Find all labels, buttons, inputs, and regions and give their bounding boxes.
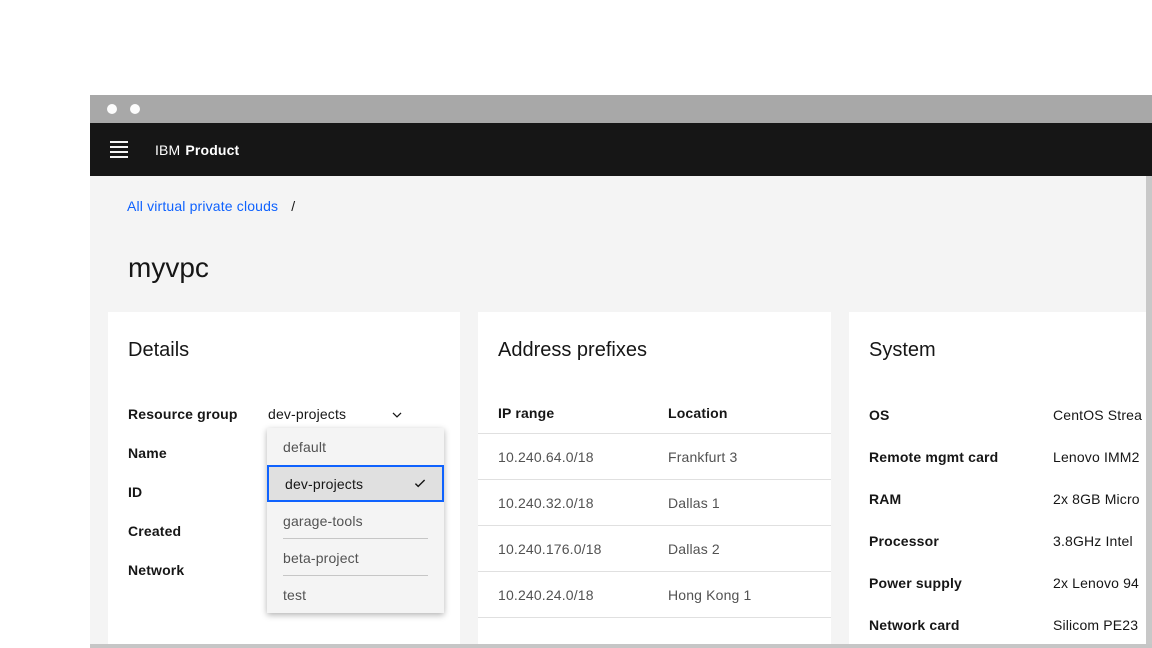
app-window: IBM Product All virtual private clouds /… (90, 95, 1152, 648)
processor-value: 3.8GHz Intel (1053, 533, 1133, 549)
location-cell: Dallas 2 (668, 540, 720, 557)
ram-value: 2x 8GB Micro (1053, 491, 1140, 507)
remote-mgmt-label: Remote mgmt card (869, 449, 999, 465)
table-row: 10.240.176.0/18 Dallas 2 (478, 526, 831, 572)
chevron-down-icon (392, 411, 402, 418)
system-row-os: OS CentOS Strea (869, 406, 1152, 448)
created-label: Created (128, 523, 182, 539)
dropdown-option-label: beta-project (283, 549, 359, 566)
location-cell: Hong Kong 1 (668, 586, 752, 603)
dropdown-option-dev-projects-selected[interactable]: dev-projects (267, 465, 444, 502)
screenshot-root: IBM Product All virtual private clouds /… (0, 0, 1152, 648)
ip-range-cell: 10.240.32.0/18 (498, 494, 594, 511)
dropdown-option-label: default (283, 438, 327, 455)
details-card-heading: Details (128, 339, 190, 361)
dropdown-option-test[interactable]: test (267, 576, 444, 613)
os-value: CentOS Strea (1053, 407, 1143, 423)
checkmark-icon (414, 479, 426, 487)
breadcrumb-separator: / (291, 198, 296, 214)
resource-group-label: Resource group (128, 406, 238, 422)
dropdown-option-garage-tools[interactable]: garage-tools (267, 502, 444, 539)
system-card: System OS CentOS Strea Remote mgmt card … (849, 312, 1152, 644)
table-row: 10.240.32.0/18 Dallas 1 (478, 480, 831, 526)
remote-mgmt-value: Lenovo IMM2 (1053, 449, 1140, 465)
dropdown-option-label: garage-tools (283, 512, 363, 529)
breadcrumb: All virtual private clouds / (127, 198, 295, 214)
power-supply-label: Power supply (869, 575, 962, 591)
menu-icon[interactable] (106, 141, 132, 158)
address-prefixes-heading: Address prefixes (498, 339, 647, 361)
page-title: myvpc (128, 252, 209, 283)
system-field-list: OS CentOS Strea Remote mgmt card Lenovo … (849, 406, 1152, 644)
address-prefixes-table: IP range Location 10.240.64.0/18 Frankfu… (478, 405, 831, 618)
system-row-remote-mgmt: Remote mgmt card Lenovo IMM2 (869, 448, 1152, 490)
resource-group-value: dev-projects (268, 406, 347, 422)
ip-range-cell: 10.240.64.0/18 (498, 448, 594, 465)
breadcrumb-link[interactable]: All virtual private clouds (127, 198, 278, 214)
processor-label: Processor (869, 533, 939, 549)
vertical-scrollbar[interactable] (1146, 176, 1152, 644)
address-table-header: IP range Location (478, 405, 831, 434)
dropdown-option-label: dev-projects (285, 475, 364, 492)
network-label: Network (128, 562, 185, 578)
window-control-dot[interactable] (130, 104, 140, 114)
system-row-power-supply: Power supply 2x Lenovo 94 (869, 574, 1152, 616)
network-card-label: Network card (869, 617, 960, 633)
window-titlebar (90, 95, 1152, 123)
column-header-ip-range: IP range (498, 405, 555, 421)
table-row: 10.240.64.0/18 Frankfurt 3 (478, 434, 831, 480)
resource-group-dropdown-trigger[interactable]: dev-projects (268, 405, 404, 423)
address-prefixes-card: Address prefixes IP range Location 10.24… (478, 312, 831, 644)
system-row-processor: Processor 3.8GHz Intel (869, 532, 1152, 574)
os-label: OS (869, 407, 890, 423)
ip-range-cell: 10.240.176.0/18 (498, 540, 602, 557)
app-header: IBM Product (90, 123, 1152, 176)
window-control-dot[interactable] (107, 104, 117, 114)
brand-prefix: IBM (155, 141, 181, 158)
dropdown-option-label: test (283, 586, 307, 603)
power-supply-value: 2x Lenovo 94 (1053, 575, 1139, 591)
network-card-value: Silicom PE23 (1053, 617, 1139, 633)
resource-group-dropdown-menu: default dev-projects garage-tools beta-p… (267, 428, 444, 613)
horizontal-scrollbar[interactable] (90, 644, 1152, 648)
location-cell: Frankfurt 3 (668, 448, 738, 465)
system-row-network-card: Network card Silicom PE23 (869, 616, 1152, 644)
brand-name: Product (185, 141, 240, 158)
brand: IBM Product (155, 123, 239, 176)
ip-range-cell: 10.240.24.0/18 (498, 586, 594, 603)
column-header-location: Location (668, 405, 728, 421)
name-label: Name (128, 445, 167, 461)
page-content: All virtual private clouds / myvpc Detai… (90, 176, 1152, 648)
system-card-heading: System (869, 339, 936, 361)
system-row-ram: RAM 2x 8GB Micro (869, 490, 1152, 532)
dropdown-option-default[interactable]: default (267, 428, 444, 465)
location-cell: Dallas 1 (668, 494, 720, 511)
table-row: 10.240.24.0/18 Hong Kong 1 (478, 572, 831, 618)
id-label: ID (128, 484, 143, 500)
dropdown-option-beta-project[interactable]: beta-project (267, 539, 444, 576)
ram-label: RAM (869, 491, 902, 507)
